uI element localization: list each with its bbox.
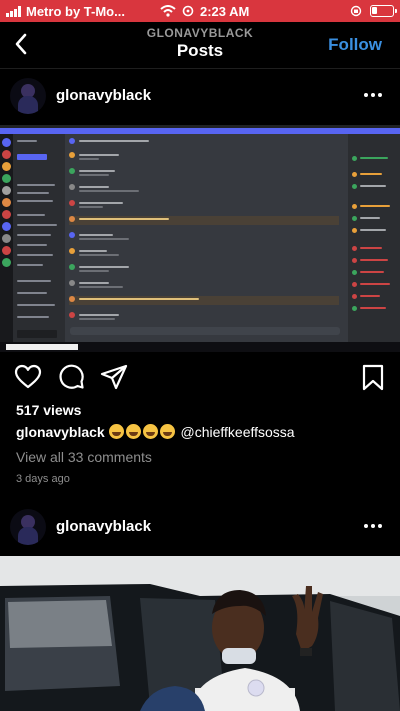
discord-member-list (348, 134, 400, 342)
heart-icon[interactable] (14, 363, 42, 391)
orientation-lock-icon (350, 5, 362, 17)
status-center: 2:23 AM (160, 4, 249, 19)
status-bar: Metro by T-Mo... 2:23 AM (0, 0, 400, 22)
laughing-emoji-icon (159, 424, 175, 439)
discord-chat-area (65, 134, 348, 342)
caption-mention[interactable]: @chieffkeeffsossa (180, 424, 294, 440)
follow-button[interactable]: Follow (328, 35, 382, 55)
laughing-emoji-icon (108, 424, 124, 439)
post-image[interactable] (0, 556, 400, 711)
avatar[interactable] (10, 78, 46, 114)
laughing-emoji-icon (125, 424, 141, 439)
avatar[interactable] (10, 509, 46, 545)
caption-username[interactable]: glonavyblack (16, 424, 105, 440)
discord-message-input (70, 327, 340, 335)
discord-channel-list (13, 134, 65, 342)
windows-taskbar (0, 342, 400, 352)
wifi-icon (160, 5, 176, 17)
carrier-name: Metro by T-Mo... (26, 3, 125, 19)
more-options-icon[interactable] (364, 85, 384, 105)
views-count[interactable]: 517 views (16, 402, 81, 418)
battery-icon (370, 5, 397, 17)
status-left: Metro by T-Mo... (0, 4, 150, 19)
post-actions (0, 352, 400, 400)
post-timestamp: 3 days ago (16, 473, 70, 485)
comment-icon[interactable] (57, 363, 85, 391)
status-right (350, 5, 397, 17)
clock: 2:23 AM (200, 3, 250, 19)
post-header: glonavyblack (0, 69, 400, 125)
post-header: glonavyblack (0, 500, 400, 556)
post-username[interactable]: glonavyblack (56, 518, 151, 535)
signal-icon (6, 5, 21, 17)
discord-server-list (0, 134, 13, 342)
car-photo (0, 556, 400, 711)
laughing-emoji-icon (142, 424, 158, 439)
alarm-icon (182, 5, 194, 17)
post-caption: glonavyblack @chieffkeeffsossa (16, 424, 295, 440)
laughing-emoji-icons (108, 424, 181, 440)
view-comments-link[interactable]: View all 33 comments (16, 449, 152, 465)
post-image[interactable] (0, 125, 400, 352)
profile-posts-header: GLONAVYBLACK Posts Follow (0, 22, 400, 68)
share-icon[interactable] (100, 363, 128, 391)
more-options-icon[interactable] (364, 516, 384, 536)
bookmark-icon[interactable] (359, 363, 387, 391)
post-username[interactable]: glonavyblack (56, 87, 151, 104)
